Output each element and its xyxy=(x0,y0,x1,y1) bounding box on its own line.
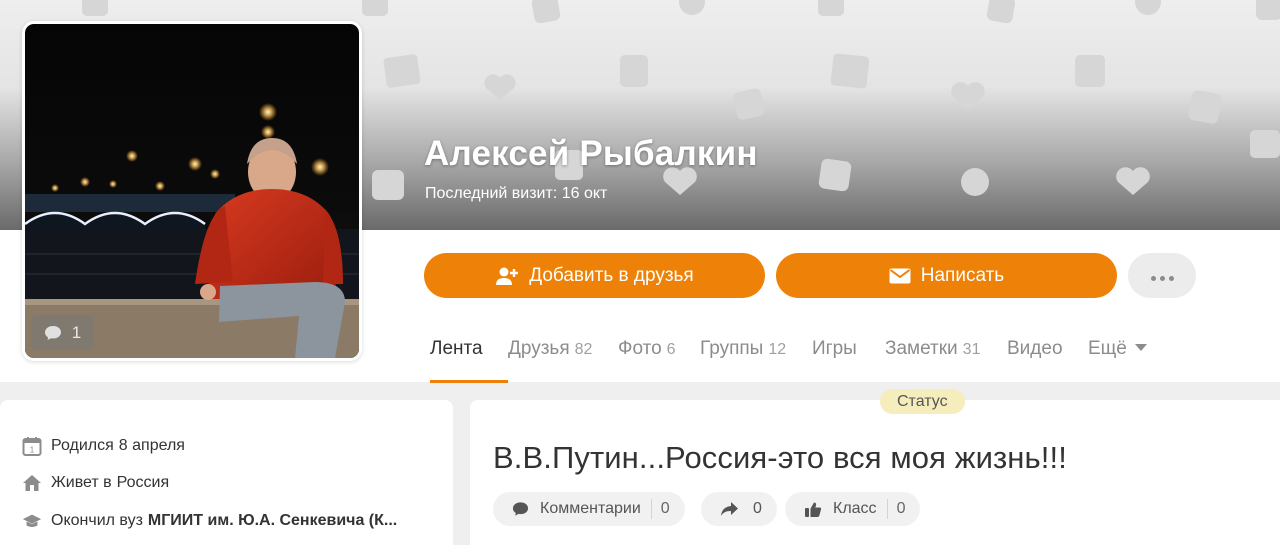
education-row: Окончил вуз МГИИТ им. Ю.А. Сенкевича (К.… xyxy=(22,511,397,531)
tab-label: Группы xyxy=(700,338,764,359)
tab-label: Ещё xyxy=(1088,338,1127,359)
tab-label: Видео xyxy=(1007,338,1063,359)
location-prefix: Живет в xyxy=(51,474,112,491)
profile-name: Алексей Рыбалкин xyxy=(424,134,758,173)
envelope-icon xyxy=(889,268,911,283)
tab-friends[interactable]: Друзья 82 xyxy=(508,338,618,382)
avatar-comments-count: 1 xyxy=(71,322,82,342)
tab-more[interactable]: Ещё xyxy=(1088,338,1158,382)
avatar[interactable]: 1 xyxy=(22,21,362,361)
tab-count: 82 xyxy=(574,341,593,358)
tab-video[interactable]: Видео xyxy=(1007,338,1088,382)
add-user-icon xyxy=(496,267,519,285)
more-actions-button[interactable] xyxy=(1128,253,1196,298)
tab-label: Лента xyxy=(430,338,483,359)
education-value[interactable]: МГИИТ им. Ю.А. Сенкевича (К... xyxy=(148,512,397,530)
tab-games[interactable]: Игры xyxy=(812,338,885,382)
tab-label: Заметки xyxy=(885,338,958,359)
location-value[interactable]: Россия xyxy=(117,474,169,492)
tab-count: 31 xyxy=(962,341,981,358)
calendar-icon: 1 xyxy=(22,436,42,456)
tab-label: Игры xyxy=(812,338,857,359)
write-message-button[interactable]: Написать xyxy=(776,253,1117,298)
chevron-down-icon xyxy=(1134,344,1147,351)
birthday-row: 1 Родился 8 апреля xyxy=(22,436,185,456)
tab-label: Фото xyxy=(618,338,662,359)
comments-label: Комментарии xyxy=(540,500,641,517)
tab-label: Друзья xyxy=(508,338,570,359)
comments-count: 0 xyxy=(660,500,670,517)
status-badge: Статус xyxy=(880,389,965,414)
like-button[interactable]: Класс 0 xyxy=(785,492,921,526)
avatar-comments-badge[interactable]: 1 xyxy=(31,315,94,350)
tab-notes[interactable]: Заметки 31 xyxy=(885,338,1007,382)
divider xyxy=(650,499,652,519)
tab-groups[interactable]: Группы 12 xyxy=(700,338,812,382)
shares-count: 0 xyxy=(753,500,762,517)
write-message-label: Написать xyxy=(920,264,1005,286)
tab-photos[interactable]: Фото 6 xyxy=(618,338,700,382)
divider xyxy=(886,499,888,519)
thumbs-up-icon xyxy=(805,502,822,517)
more-dots-icon xyxy=(1149,265,1176,287)
birthday-value[interactable]: 8 апреля xyxy=(119,437,185,455)
share-arrow-icon xyxy=(721,502,738,516)
svg-text:1: 1 xyxy=(30,446,35,455)
tab-count: 12 xyxy=(768,341,787,358)
location-row: Живет в Россия xyxy=(22,473,169,493)
comment-icon xyxy=(44,325,61,340)
comments-button[interactable]: Комментарии 0 xyxy=(493,492,685,526)
status-text[interactable]: В.В.Путин...Россия-это вся моя жизнь!!! xyxy=(493,440,1067,476)
avatar-photo[interactable] xyxy=(25,24,359,358)
likes-label: Класс xyxy=(833,500,877,517)
add-friend-label: Добавить в друзья xyxy=(529,264,694,286)
profile-tabs: Лента Друзья 82 Фото 6 Группы 12 Игры Замет… xyxy=(430,338,1158,383)
education-prefix: Окончил вуз xyxy=(51,512,143,529)
add-friend-button[interactable]: Добавить в друзья xyxy=(424,253,765,298)
birthday-prefix: Родился xyxy=(51,437,114,454)
tab-count: 6 xyxy=(666,341,676,358)
tab-feed[interactable]: Лента xyxy=(430,338,508,383)
home-icon xyxy=(22,473,42,493)
likes-count: 0 xyxy=(896,500,906,517)
comment-icon xyxy=(512,502,529,516)
last-visit: Последний визит: 16 окт xyxy=(425,185,608,202)
share-button[interactable]: 0 xyxy=(701,492,777,526)
graduation-cap-icon xyxy=(22,511,42,531)
